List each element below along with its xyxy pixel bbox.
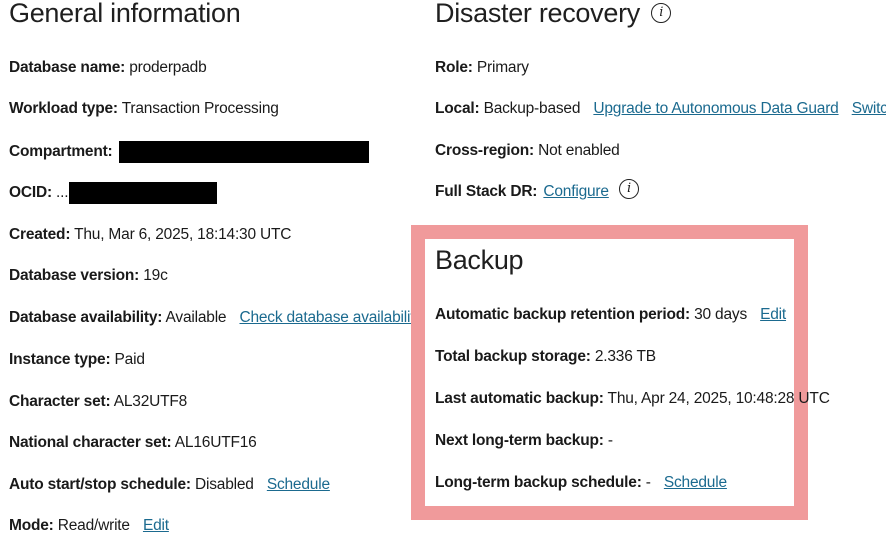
disaster-recovery-title: Disaster recovery [435,0,640,28]
role-value: Primary [476,59,529,76]
general-information-heading: General information [9,0,241,28]
last-automatic-backup-value: Thu, Apr 24, 2025, 10:48:28 UTC [607,390,830,407]
cross-region-value: Not enabled [538,142,620,159]
ocid-value: ... [56,184,69,202]
disaster-recovery-info-icon[interactable]: i [651,2,672,23]
character-set-value: AL32UTF8 [113,393,188,410]
backup-heading: Backup [435,245,524,275]
full-stack-dr-row: Full Stack DR: Configure i [435,179,639,202]
total-backup-storage-row: Total backup storage: 2.336 TB [435,347,656,367]
database-name-label: Database name: [9,59,126,76]
check-database-availability-link[interactable]: Check database availability [239,309,422,326]
workload-type-row: Workload type: Transaction Processing [9,99,279,119]
backup-retention-label: Automatic backup retention period: [435,306,690,323]
instance-type-row: Instance type: Paid [9,350,145,370]
configure-link[interactable]: Configure [543,183,609,200]
local-label: Local: [435,100,480,117]
cross-region-row: Cross-region: Not enabled [435,141,620,161]
national-character-set-value: AL16UTF16 [174,434,257,451]
instance-type-value: Paid [114,351,145,368]
database-availability-value: Available [165,309,227,326]
database-name-value: proderpadb [129,59,207,76]
character-set-label: Character set: [9,393,111,410]
database-version-label: Database version: [9,267,140,284]
created-label: Created: [9,226,71,243]
backup-retention-edit-link[interactable]: Edit [760,306,786,323]
compartment-label: Compartment: [9,143,113,161]
last-automatic-backup-row: Last automatic backup: Thu, Apr 24, 2025… [435,389,830,409]
database-version-row: Database version: 19c [9,266,168,286]
long-term-backup-schedule-row: Long-term backup schedule: - Schedule [435,473,727,493]
next-long-term-backup-row: Next long-term backup: - [435,431,613,451]
created-value: Thu, Mar 6, 2025, 18:14:30 UTC [74,226,292,243]
database-name-row: Database name: proderpadb [9,58,207,78]
upgrade-autonomous-data-guard-link[interactable]: Upgrade to Autonomous Data Guard [593,100,838,117]
total-backup-storage-value: 2.336 TB [594,348,656,365]
local-value: Backup-based [483,100,581,117]
mode-value: Read/write [57,517,130,534]
database-version-value: 19c [143,267,168,284]
compartment-row: Compartment: [9,141,369,163]
mode-edit-link[interactable]: Edit [143,517,169,534]
total-backup-storage-label: Total backup storage: [435,348,591,365]
long-term-backup-schedule-link[interactable]: Schedule [664,474,727,491]
database-availability-row: Database availability: Available Check d… [9,308,422,328]
long-term-backup-schedule-value: - [645,474,651,491]
created-row: Created: Thu, Mar 6, 2025, 18:14:30 UTC [9,225,291,245]
backup-retention-value: 30 days [694,306,747,323]
auto-start-stop-row: Auto start/stop schedule: Disabled Sched… [9,475,330,495]
switchover-link[interactable]: Switchover [852,100,886,117]
auto-start-stop-schedule-link[interactable]: Schedule [267,476,330,493]
instance-type-label: Instance type: [9,351,111,368]
national-character-set-row: National character set: AL16UTF16 [9,433,257,453]
mode-row: Mode: Read/write Edit [9,516,169,536]
national-character-set-label: National character set: [9,434,172,451]
last-automatic-backup-label: Last automatic backup: [435,390,604,407]
character-set-row: Character set: AL32UTF8 [9,392,187,412]
cross-region-label: Cross-region: [435,142,535,159]
backup-retention-row: Automatic backup retention period: 30 da… [435,305,786,325]
role-label: Role: [435,59,473,76]
ocid-row: OCID: ... [9,182,218,204]
workload-type-label: Workload type: [9,100,118,117]
compartment-redacted [118,141,369,163]
auto-start-stop-label: Auto start/stop schedule: [9,476,191,493]
full-stack-dr-info-icon[interactable]: i [618,179,639,199]
full-stack-dr-label: Full Stack DR: [435,183,538,201]
local-row: Local: Backup-based Upgrade to Autonomou… [435,99,886,119]
auto-start-stop-value: Disabled [195,476,254,493]
ocid-label: OCID: [9,184,52,202]
role-row: Role: Primary [435,58,529,78]
database-availability-label: Database availability: [9,309,163,326]
next-long-term-backup-value: - [607,432,613,449]
next-long-term-backup-label: Next long-term backup: [435,432,604,449]
disaster-recovery-heading: Disaster recovery i [435,0,672,29]
long-term-backup-schedule-label: Long-term backup schedule: [435,474,642,491]
ocid-redacted [69,182,218,204]
mode-label: Mode: [9,517,54,534]
workload-type-value: Transaction Processing [121,100,279,117]
